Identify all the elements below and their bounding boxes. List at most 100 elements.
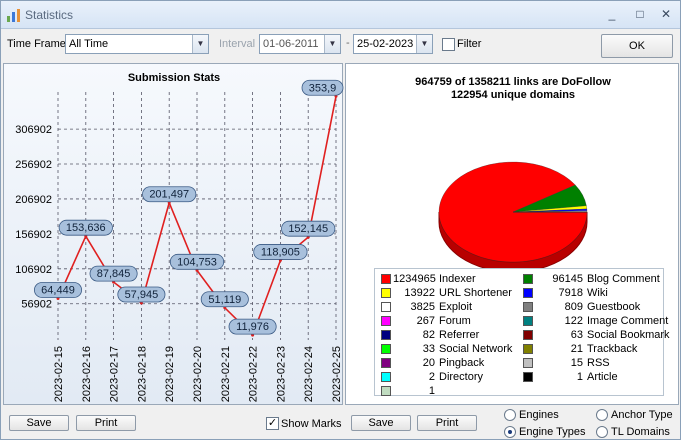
- x-tick-label: 2023-02-17: [109, 346, 121, 402]
- close-button[interactable]: ✕: [655, 5, 677, 23]
- date-separator: -: [346, 37, 350, 49]
- svg-text:353,9: 353,9: [309, 82, 337, 94]
- statistics-window: Statistics _ □ ✕ Time Frame All Time ▼ I…: [0, 0, 681, 440]
- anchor-type-radio[interactable]: [596, 409, 608, 421]
- svg-text:64,449: 64,449: [41, 284, 75, 296]
- interval-label: Interval: [219, 38, 256, 50]
- legend-label: Referrer: [439, 329, 480, 341]
- x-tick-label: 2023-02-24: [303, 346, 315, 402]
- legend-count: 1: [428, 385, 435, 397]
- legend-label: RSS: [587, 357, 610, 369]
- engine-types-pie-chart: [438, 161, 588, 273]
- svg-text:201,497: 201,497: [149, 189, 189, 201]
- legend-item: 267 Forum: [381, 315, 519, 329]
- legend-count: 33: [422, 343, 435, 355]
- data-label: 118,905: [253, 244, 308, 260]
- legend-count: 13922: [404, 287, 435, 299]
- x-tick-label: 2023-02-18: [136, 346, 148, 402]
- x-tick-label: 2023-02-19: [164, 346, 176, 402]
- legend-count: 21: [570, 343, 583, 355]
- maximize-button[interactable]: □: [629, 5, 651, 23]
- save-pie-button[interactable]: Save: [351, 415, 411, 431]
- svg-text:57,945: 57,945: [125, 289, 159, 301]
- chart-grid: [57, 92, 337, 340]
- legend-swatch: [381, 386, 391, 396]
- y-tick-label: 206902: [15, 194, 52, 206]
- legend-swatch: [523, 344, 533, 354]
- submission-series-line: [57, 96, 337, 337]
- y-tick-label: 306902: [15, 124, 52, 136]
- legend-label: Wiki: [587, 287, 608, 299]
- legend-swatch: [381, 358, 391, 368]
- filter-checkbox[interactable]: [442, 38, 455, 51]
- print-pie-button[interactable]: Print: [417, 415, 477, 431]
- timeframe-select[interactable]: All Time ▼: [65, 34, 209, 54]
- legend-swatch: [523, 302, 533, 312]
- legend-label: Trackback: [587, 343, 638, 355]
- toolbar: Time Frame All Time ▼ Interval 01-06-201…: [1, 29, 680, 61]
- legend-item: 96145 Blog Comment: [523, 273, 663, 287]
- end-date-picker[interactable]: 25-02-2023 ▼: [353, 34, 433, 54]
- data-label: 11,976: [228, 318, 277, 335]
- show-marks-checkbox[interactable]: ✓: [266, 417, 279, 430]
- legend-count: 63: [570, 329, 583, 341]
- data-label: 353,9: [301, 79, 344, 96]
- legend-label: Article: [587, 371, 618, 383]
- legend-swatch: [523, 358, 533, 368]
- engine-types-radio[interactable]: [504, 426, 516, 438]
- legend-swatch: [381, 288, 391, 298]
- legend-swatch: [523, 330, 533, 340]
- legend-item: 7918 Wiki: [523, 287, 663, 301]
- timeframe-value: All Time: [69, 38, 109, 50]
- legend-count: 267: [416, 315, 435, 327]
- tl-domains-radio[interactable]: [596, 426, 608, 438]
- legend-label: Guestbook: [587, 301, 641, 313]
- statistics-app-icon: [7, 9, 20, 22]
- svg-text:11,976: 11,976: [236, 321, 269, 333]
- chevron-down-icon[interactable]: ▼: [192, 35, 208, 53]
- legend-item: 809 Guestbook: [523, 301, 663, 315]
- legend-item: 1: [381, 385, 519, 399]
- x-tick-label: 2023-02-16: [81, 346, 93, 402]
- y-tick-label: 156902: [15, 229, 52, 241]
- legend-swatch: [381, 274, 391, 284]
- x-tick-label: 2023-02-22: [248, 346, 260, 402]
- minimize-button[interactable]: _: [601, 5, 623, 23]
- legend-swatch: [381, 302, 391, 312]
- dofollow-summary: 964759 of 1358211 links are DoFollow: [415, 76, 611, 88]
- pie-legend: 1234965 Indexer 13922 URL Shortener 3825 Expl…: [374, 268, 670, 399]
- legend-count: 96145: [552, 273, 583, 285]
- legend-swatch: [523, 316, 533, 326]
- start-date-picker[interactable]: 01-06-2011 ▼: [259, 34, 341, 54]
- legend-label: Image Comment: [587, 315, 669, 327]
- legend-count: 3825: [410, 301, 435, 313]
- print-chart-button[interactable]: Print: [76, 415, 136, 431]
- unique-domains-summary: 122954 unique domains: [450, 89, 576, 101]
- svg-text:152,145: 152,145: [288, 223, 328, 235]
- legend-count: 20: [422, 357, 435, 369]
- legend-item: 1 Article: [523, 371, 663, 385]
- chevron-down-icon[interactable]: ▼: [324, 35, 340, 53]
- chevron-down-icon[interactable]: ▼: [416, 35, 432, 53]
- x-tick-label: 2023-02-23: [275, 346, 287, 402]
- legend-label: Social Bookmark: [587, 329, 670, 341]
- save-chart-button[interactable]: Save: [9, 415, 69, 431]
- engines-radio[interactable]: [504, 409, 516, 421]
- x-tick-label: 2023-02-25: [331, 346, 343, 402]
- legend-item: 13922 URL Shortener: [381, 287, 519, 301]
- legend-item: 82 Referrer: [381, 329, 519, 343]
- anchor-type-radio-label: Anchor Type: [611, 409, 673, 421]
- dofollow-pie-panel: 964759 of 1358211 links are DoFollow 122…: [345, 63, 679, 405]
- ok-button[interactable]: OK: [601, 34, 673, 58]
- legend-label: Forum: [439, 315, 471, 327]
- title-bar: Statistics _ □ ✕: [1, 1, 680, 29]
- data-label: 104,753: [169, 253, 225, 270]
- end-date-value: 25-02-2023: [357, 38, 414, 50]
- legend-count: 1: [576, 371, 583, 383]
- legend-count: 809: [564, 301, 583, 313]
- engine-types-radio-label: Engine Types: [519, 426, 586, 438]
- legend-count: 7918: [558, 287, 583, 299]
- data-label: 87,845: [89, 265, 138, 282]
- legend-swatch: [523, 274, 533, 284]
- legend-count: 15: [570, 357, 583, 369]
